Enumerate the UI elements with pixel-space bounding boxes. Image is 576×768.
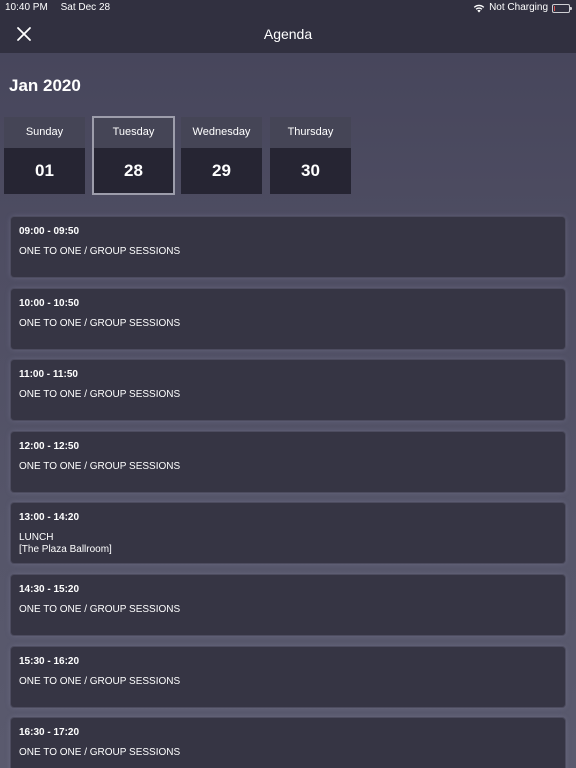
month-label: Jan 2020 — [9, 76, 81, 95]
agenda-item-title: ONE TO ONE / GROUP SESSIONS — [19, 604, 181, 615]
agenda-item-time: 16:30 - 17:20 — [19, 727, 80, 739]
agenda-item-time: 11:00 - 11:50 — [19, 369, 78, 381]
agenda-item[interactable]: 10:00 - 10:50 ONE TO ONE / GROUP SESSIONS — [11, 288, 565, 349]
agenda-item-title: ONE TO ONE / GROUP SESSIONS — [19, 317, 181, 329]
status-bar: 10:40 PM Sat Dec 28 Not Charging — [0, 0, 576, 16]
status-time: 10:40 PM — [5, 2, 48, 13]
day-name: Tuesday — [93, 117, 174, 148]
day-number: 28 — [93, 148, 174, 194]
agenda-item-time: 14:30 - 15:20 — [19, 584, 80, 595]
day-tab-sunday[interactable]: Sunday 01 — [4, 117, 85, 194]
day-name: Thursday — [270, 117, 351, 148]
agenda-item[interactable]: 13:00 - 14:20 LUNCH [The Plaza Ballroom] — [11, 503, 565, 564]
nav-bar: Agenda — [0, 16, 576, 53]
agenda-item[interactable]: 09:00 - 09:50 ONE TO ONE / GROUP SESSIONS — [11, 217, 565, 277]
agenda-item-title: ONE TO ONE / GROUP SESSIONS — [19, 460, 181, 472]
agenda-item-title: LUNCH — [19, 532, 54, 544]
battery-fill — [554, 5, 555, 11]
day-number: 29 — [181, 148, 262, 194]
agenda-item-title: ONE TO ONE / GROUP SESSIONS — [19, 246, 181, 257]
charging-status: Not Charging — [489, 2, 548, 13]
day-tab-wednesday[interactable]: Wednesday 29 — [181, 117, 262, 194]
day-name: Sunday — [4, 117, 85, 148]
agenda-item-location: [The Plaza Ballroom] — [19, 544, 112, 556]
agenda-item-title: ONE TO ONE / GROUP SESSIONS — [19, 747, 181, 759]
page-title: Agenda — [263, 26, 313, 42]
battery-icon — [552, 3, 572, 13]
agenda-item-time: 13:00 - 14:20 — [19, 512, 80, 524]
close-button[interactable] — [14, 24, 34, 44]
agenda-item-title: ONE TO ONE / GROUP SESSIONS — [19, 675, 181, 687]
agenda-item[interactable]: 15:30 - 16:20 ONE TO ONE / GROUP SESSIONS — [11, 646, 565, 707]
agenda-item[interactable]: 16:30 - 17:20 ONE TO ONE / GROUP SESSIONS — [11, 718, 565, 768]
close-icon — [17, 27, 31, 41]
day-tab-thursday[interactable]: Thursday 30 — [270, 117, 351, 194]
wifi-icon — [473, 4, 485, 13]
agenda-item-time: 09:00 - 09:50 — [19, 226, 80, 237]
status-bar-left: 10:40 PM Sat Dec 28 — [5, 0, 120, 16]
status-bar-right: Not Charging — [473, 0, 572, 16]
day-tab-tuesday[interactable]: Tuesday 28 — [92, 116, 175, 195]
agenda-item[interactable]: 11:00 - 11:50 ONE TO ONE / GROUP SESSIONS — [11, 360, 565, 421]
agenda-item[interactable]: 14:30 - 15:20 ONE TO ONE / GROUP SESSIONS — [11, 575, 565, 635]
agenda-item-time: 15:30 - 16:20 — [19, 655, 80, 667]
day-number: 01 — [4, 148, 85, 194]
agenda-item[interactable]: 12:00 - 12:50 ONE TO ONE / GROUP SESSIONS — [11, 431, 565, 492]
day-name: Wednesday — [181, 117, 262, 148]
day-number: 30 — [270, 148, 351, 194]
agenda-item-time: 12:00 - 12:50 — [19, 440, 80, 452]
agenda-item-title: ONE TO ONE / GROUP SESSIONS — [19, 389, 181, 401]
agenda-item-time: 10:00 - 10:50 — [19, 297, 80, 309]
status-date: Sat Dec 28 — [60, 2, 111, 13]
